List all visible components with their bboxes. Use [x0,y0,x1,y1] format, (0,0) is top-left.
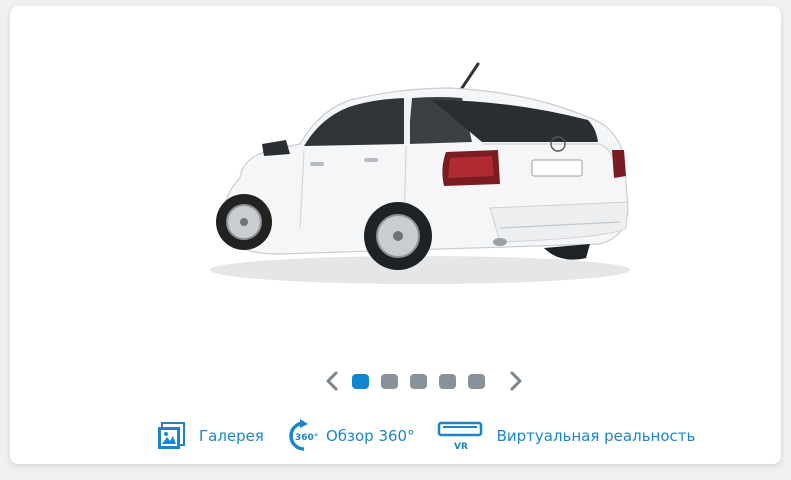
chevron-right-icon [510,371,522,391]
vr-button[interactable]: VR Виртуальная реальность [437,420,696,452]
car-image [210,62,630,284]
gallery-button[interactable]: Галерея [156,421,264,451]
rotate-360-icon-text: 360° [295,433,318,443]
carousel-dot-1[interactable] [352,373,369,389]
product-card: Галерея 360° Обзор 360° VR Виртуальная р… [10,6,781,464]
carousel-pager [322,368,526,394]
carousel-dot-5[interactable] [468,373,485,389]
carousel-dot-2[interactable] [381,373,398,389]
carousel-next-button[interactable] [506,368,526,394]
view-360-button[interactable]: 360° Обзор 360° [284,419,415,453]
rotate-360-icon: 360° [284,419,320,453]
media-actions: Галерея 360° Обзор 360° VR Виртуальная р… [156,418,695,454]
vr-icon-text: VR [454,442,468,452]
vr-label: Виртуальная реальность [496,427,696,445]
gallery-label: Галерея [199,427,264,445]
chevron-left-icon [326,371,338,391]
carousel-dot-3[interactable] [410,373,427,389]
vr-headset-icon: VR [437,420,483,452]
carousel-prev-button[interactable] [322,368,342,394]
view-360-label: Обзор 360° [325,427,415,445]
car-photo [200,58,640,298]
gallery-icon [156,421,186,451]
carousel-dot-4[interactable] [439,373,456,389]
